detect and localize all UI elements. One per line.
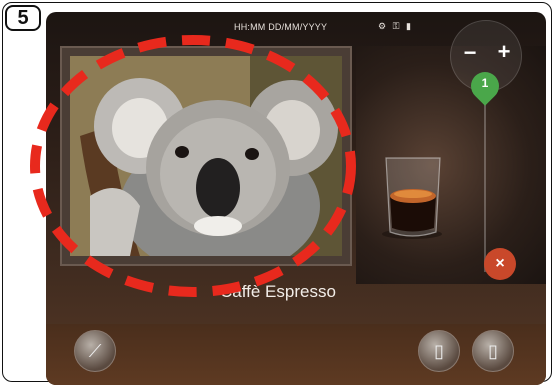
- double-cup-icon: ▯: [488, 341, 498, 361]
- step-number-badge: 5: [5, 5, 41, 31]
- bottom-bar: [46, 324, 546, 385]
- key-icon: ⚿: [392, 21, 400, 31]
- beverage-image-card[interactable]: [60, 46, 352, 266]
- lock-icon: ▮: [405, 21, 411, 31]
- cancel-button[interactable]: ×: [484, 248, 516, 280]
- machine-screen: HH:MM DD/MM/YYYY ⚙ ⚿ ▮ Caffè Espresso − …: [46, 12, 546, 385]
- decrease-button[interactable]: −: [460, 42, 480, 64]
- beverage-name: Caffè Espresso: [220, 282, 336, 301]
- increase-button[interactable]: +: [494, 41, 514, 63]
- slider-track[interactable]: [484, 82, 486, 272]
- milk-wand-icon: ⟋: [88, 341, 102, 361]
- clock-text: HH:MM DD/MM/YYYY: [234, 22, 328, 32]
- status-icons: ⚙ ⚿ ▮: [378, 21, 415, 32]
- settings-icon: ⚙: [378, 21, 387, 31]
- single-cup-icon: ▯: [434, 341, 444, 361]
- quantity-value: 1: [481, 76, 489, 90]
- quantity-slider[interactable]: − + 1: [450, 20, 522, 280]
- milk-wand-button[interactable]: ⟋: [74, 330, 116, 372]
- koala-photo: [70, 56, 342, 256]
- single-cup-button[interactable]: ▯: [418, 330, 460, 372]
- double-cup-button[interactable]: ▯: [472, 330, 514, 372]
